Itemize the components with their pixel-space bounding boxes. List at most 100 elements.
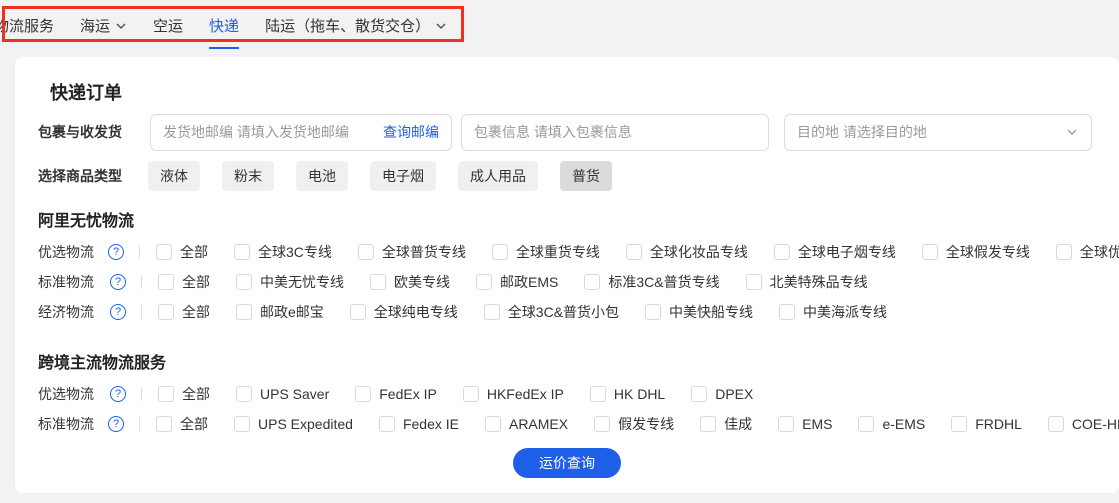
service-option[interactable]: ARAMEX [485, 416, 568, 432]
service-row: 优选物流 ? 全部 全球3C专线 全球普货专线 全球重货专线 全球化妆品专线 全… [38, 237, 1092, 267]
checkbox[interactable] [778, 416, 794, 432]
service-option[interactable]: 全球重货专线 [492, 242, 600, 262]
help-icon[interactable]: ? [108, 416, 124, 432]
service-option[interactable]: COE-HKDHL [1048, 416, 1119, 432]
service-option[interactable]: Fedex IE [379, 416, 459, 432]
service-option[interactable]: 全球3C&普货小包 [484, 302, 619, 322]
section-rows: 优选物流 ? 全部 全球3C专线 全球普货专线 全球重货专线 全球化妆品专线 全… [38, 237, 1092, 327]
help-icon[interactable]: ? [110, 386, 126, 402]
checkbox[interactable] [234, 416, 250, 432]
help-icon[interactable]: ? [110, 274, 126, 290]
zip-lookup-link[interactable]: 查询邮编 [383, 122, 439, 142]
checkbox[interactable] [1056, 244, 1072, 260]
checkbox[interactable] [158, 274, 174, 290]
rate-query-button[interactable]: 运价查询 [513, 448, 621, 478]
checkbox[interactable] [236, 304, 252, 320]
commodity-type-button[interactable]: 普货 [560, 161, 612, 191]
checkbox[interactable] [156, 416, 172, 432]
service-option[interactable]: 全球化妆品专线 [626, 242, 748, 262]
commodity-type-button[interactable]: 成人用品 [458, 161, 538, 191]
checkbox[interactable] [590, 386, 606, 402]
checkbox[interactable] [156, 244, 172, 260]
service-option[interactable]: FRDHL [951, 416, 1022, 432]
checkbox[interactable] [922, 244, 938, 260]
service-option[interactable]: HKFedEx IP [463, 386, 564, 402]
checkbox[interactable] [774, 244, 790, 260]
service-option[interactable]: 邮政e邮宝 [236, 302, 324, 322]
service-option[interactable]: UPS Saver [236, 386, 329, 402]
checkbox-label: EMS [802, 416, 832, 432]
service-option[interactable]: 全部 [158, 272, 210, 292]
checkbox[interactable] [626, 244, 642, 260]
package-info-input[interactable]: 包裹信息 请填入包裹信息 [461, 114, 769, 151]
checkbox[interactable] [158, 386, 174, 402]
checkbox[interactable] [476, 274, 492, 290]
checkbox[interactable] [355, 386, 371, 402]
commodity-type-button[interactable]: 液体 [148, 161, 200, 191]
service-option[interactable]: 假发专线 [594, 414, 674, 434]
checkbox[interactable] [492, 244, 508, 260]
checkbox[interactable] [584, 274, 600, 290]
checkbox[interactable] [691, 386, 707, 402]
service-option[interactable]: e-EMS [858, 416, 925, 432]
checkbox[interactable] [858, 416, 874, 432]
service-option[interactable]: 全球纯电专线 [350, 302, 458, 322]
service-option[interactable]: EMS [778, 416, 832, 432]
nav-tab[interactable]: 海运 [80, 15, 127, 36]
checkbox-label: 全球纯电专线 [374, 302, 458, 322]
commodity-type-button[interactable]: 粉末 [222, 161, 274, 191]
service-option[interactable]: 中美无忧专线 [236, 272, 344, 292]
checkbox[interactable] [236, 386, 252, 402]
checkbox-label: FedEx IP [379, 386, 437, 402]
checkbox[interactable] [484, 304, 500, 320]
checkbox[interactable] [379, 416, 395, 432]
service-option[interactable]: 邮政EMS [476, 272, 558, 292]
service-option[interactable]: 中美快船专线 [645, 302, 753, 322]
service-option[interactable]: 全球3C专线 [234, 242, 332, 262]
checkbox[interactable] [1048, 416, 1064, 432]
service-option[interactable]: 全球假发专线 [922, 242, 1030, 262]
service-option[interactable]: 北美特殊品专线 [746, 272, 868, 292]
checkbox[interactable] [236, 274, 252, 290]
service-option[interactable]: 佳成 [700, 414, 752, 434]
checkbox[interactable] [594, 416, 610, 432]
service-option[interactable]: DPEX [691, 386, 753, 402]
checkbox[interactable] [485, 416, 501, 432]
destination-select[interactable]: 目的地 请选择目的地 [784, 114, 1092, 151]
service-option[interactable]: 全球优先专线 [1056, 242, 1119, 262]
service-option[interactable]: 全部 [156, 414, 208, 434]
origin-zip-input[interactable]: 发货地邮编 请填入发货地邮编 查询邮编 [150, 114, 452, 151]
nav-tab[interactable]: 陆运（拖车、散货交仓） [265, 15, 447, 36]
checkbox-label: DPEX [715, 386, 753, 402]
help-icon[interactable]: ? [108, 244, 124, 260]
checkbox[interactable] [234, 244, 250, 260]
service-option[interactable]: 全部 [156, 242, 208, 262]
service-option[interactable]: 全部 [158, 384, 210, 404]
service-tier-label: 优选物流 [38, 242, 94, 262]
checkbox[interactable] [645, 304, 661, 320]
checkbox[interactable] [779, 304, 795, 320]
commodity-type-button[interactable]: 电子烟 [370, 161, 436, 191]
service-option[interactable]: HK DHL [590, 386, 665, 402]
checkbox[interactable] [350, 304, 366, 320]
commodity-type-button[interactable]: 电池 [296, 161, 348, 191]
nav-tab[interactable]: 快递 [209, 15, 239, 36]
checkbox[interactable] [158, 304, 174, 320]
checkbox[interactable] [358, 244, 374, 260]
service-option[interactable]: 全球普货专线 [358, 242, 466, 262]
service-option[interactable]: 标准3C&普货专线 [584, 272, 719, 292]
checkbox[interactable] [951, 416, 967, 432]
service-option[interactable]: 欧美专线 [370, 272, 450, 292]
service-option[interactable]: FedEx IP [355, 386, 437, 402]
service-option[interactable]: UPS Expedited [234, 416, 353, 432]
service-option[interactable]: 全部 [158, 302, 210, 322]
service-option[interactable]: 全球电子烟专线 [774, 242, 896, 262]
help-icon[interactable]: ? [110, 304, 126, 320]
checkbox[interactable] [463, 386, 479, 402]
nav-tab[interactable]: 空运 [153, 15, 183, 36]
checkbox[interactable] [370, 274, 386, 290]
checkbox[interactable] [746, 274, 762, 290]
nav-tab[interactable]: 物流服务 [0, 15, 54, 36]
service-option[interactable]: 中美海派专线 [779, 302, 887, 322]
checkbox[interactable] [700, 416, 716, 432]
